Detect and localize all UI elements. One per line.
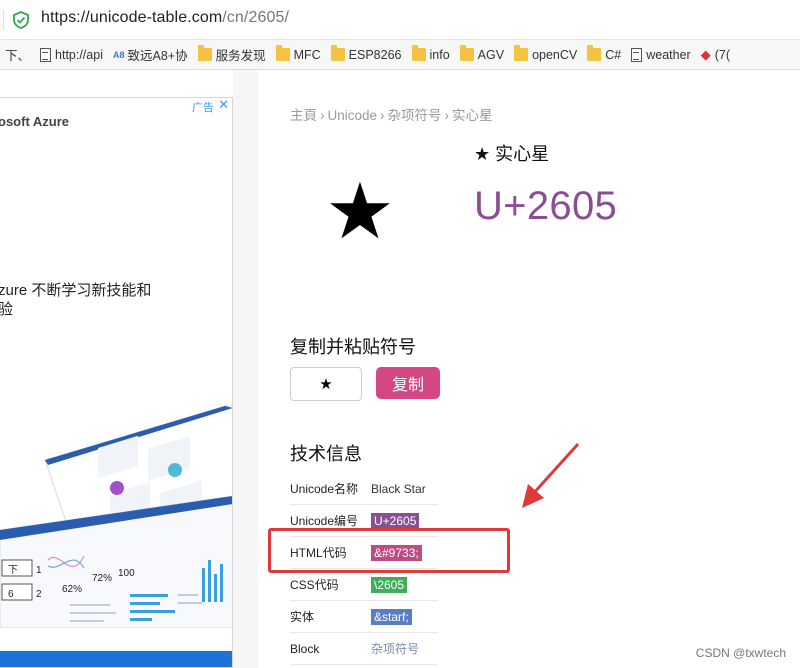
symbol-codepoint: U+2605 bbox=[474, 184, 618, 228]
bookmark-item[interactable]: AGV bbox=[455, 40, 509, 69]
bookmark-label: MFC bbox=[293, 47, 321, 62]
ad-dashboard-illustration: 下 6 1 2 62% 72% 100 bbox=[0, 405, 232, 628]
bookmark-item[interactable]: openCV bbox=[509, 40, 582, 69]
ad-cta-bar[interactable] bbox=[0, 651, 232, 667]
bookmark-label: 服务发现 bbox=[215, 49, 266, 63]
bookmark-item[interactable]: 下、 bbox=[0, 40, 35, 69]
tech-info-key: 实体 bbox=[290, 610, 315, 624]
bookmark-item[interactable]: http://api bbox=[35, 40, 108, 69]
ad-mock-front-panel: 下 6 1 2 62% 72% 100 bbox=[0, 495, 232, 628]
bookmark-label: weather bbox=[646, 47, 691, 62]
ad-brand: osoft Azure bbox=[0, 114, 70, 129]
bookmark-item[interactable]: 服务发现 bbox=[193, 40, 271, 69]
folder-icon bbox=[330, 45, 345, 61]
tech-info-row: CSS代码 \2605 bbox=[290, 569, 438, 601]
bookmark-label: http://api bbox=[55, 47, 103, 62]
page-icon bbox=[40, 47, 52, 62]
bookmark-item[interactable]: ◆ (7( bbox=[696, 40, 735, 69]
tech-info-value-cell: &starf; bbox=[371, 608, 412, 625]
copy-section-title: 复制并粘贴符号 bbox=[290, 337, 416, 357]
breadcrumb-link[interactable]: 杂项符号 bbox=[388, 108, 442, 123]
tech-info-value[interactable]: 杂项符号 bbox=[371, 642, 419, 656]
svg-text:100: 100 bbox=[118, 568, 135, 579]
tech-info-title: 技术信息 bbox=[290, 444, 362, 464]
breadcrumb-link[interactable]: 主頁 bbox=[290, 108, 317, 123]
page-icon bbox=[631, 47, 643, 62]
folder-icon bbox=[275, 45, 290, 61]
breadcrumb: 主頁 › Unicode › 杂项符号 › 实心星 bbox=[290, 104, 493, 124]
copy-button[interactable]: 复制 bbox=[376, 367, 440, 399]
breadcrumb-separator: › bbox=[320, 108, 325, 123]
tech-info-value: Black Star bbox=[371, 481, 426, 496]
tech-info-key: CSS代码 bbox=[290, 578, 339, 592]
url-text[interactable]: https://unicode-table.com/cn/2605/ bbox=[41, 9, 289, 27]
bookmark-item[interactable]: weather bbox=[626, 40, 695, 69]
tech-info-value-cell: \2605 bbox=[371, 576, 408, 593]
ad-close-icon[interactable]: ✕ bbox=[218, 98, 229, 113]
symbol-title: ★ 实心星 bbox=[474, 144, 550, 164]
folder-icon bbox=[514, 45, 529, 61]
page-gutter bbox=[233, 70, 258, 668]
tech-info-key: Unicode名称 bbox=[290, 482, 359, 496]
bookmark-label: openCV bbox=[532, 47, 578, 62]
folder-icon bbox=[587, 45, 602, 61]
bookmark-label: AGV bbox=[477, 47, 505, 62]
breadcrumb-separator: › bbox=[380, 108, 385, 123]
bookmark-item[interactable]: C# bbox=[582, 40, 626, 69]
svg-text:72%: 72% bbox=[92, 573, 112, 584]
bookmark-item[interactable]: info bbox=[407, 40, 455, 69]
svg-text:下: 下 bbox=[8, 565, 18, 576]
bookmarks-bar: 下、 http://api A8 致远A8+协 服务发现 MFC ESP8266 info AG… bbox=[0, 40, 800, 70]
folder-icon bbox=[411, 45, 426, 61]
annotation-arrow-icon bbox=[522, 442, 580, 508]
tech-info-code-tag[interactable]: &starf; bbox=[371, 608, 412, 625]
folder-icon bbox=[459, 45, 474, 61]
svg-text:1: 1 bbox=[36, 565, 42, 576]
tech-info-value-cell: 杂项符号 bbox=[371, 640, 419, 657]
tech-info-value-cell: U+2605 bbox=[371, 512, 420, 529]
bookmark-label: 致远A8+协 bbox=[127, 49, 188, 63]
tech-info-code-tag[interactable]: \2605 bbox=[371, 576, 408, 593]
address-bar[interactable]: https://unicode-table.com/cn/2605/ bbox=[0, 0, 800, 40]
a8-icon: A8 bbox=[112, 49, 125, 60]
svg-text:62%: 62% bbox=[62, 584, 82, 595]
svg-text:2: 2 bbox=[36, 589, 42, 600]
copy-symbol-field[interactable]: ★ bbox=[290, 367, 362, 401]
toolbar-divider bbox=[3, 10, 4, 30]
symbol-preview: ★ bbox=[325, 167, 395, 257]
bookmark-item[interactable]: MFC bbox=[271, 40, 326, 69]
ad-label: 广告 bbox=[192, 102, 214, 114]
breadcrumb-link[interactable]: Unicode bbox=[328, 108, 378, 123]
red-icon: ◆ bbox=[700, 46, 711, 62]
bookmark-label: ESP8266 bbox=[348, 47, 402, 62]
tech-info-row: 实体 &starf; bbox=[290, 601, 438, 633]
bookmark-label: 下、 bbox=[5, 49, 31, 63]
breadcrumb-separator: › bbox=[444, 108, 450, 123]
secure-shield-icon[interactable] bbox=[12, 11, 30, 29]
bookmark-label: info bbox=[429, 47, 450, 62]
folder-icon bbox=[197, 45, 212, 61]
tech-info-row: Unicode名称 Black Star bbox=[290, 473, 438, 505]
tech-info-row: Block 杂项符号 bbox=[290, 633, 438, 665]
bookmark-item[interactable]: ESP8266 bbox=[326, 40, 407, 69]
ad-panel[interactable]: osoft Azure 广告 ✕ zure 不断学习新技能和 验 下 6 1 bbox=[0, 97, 233, 668]
annotation-highlight-box bbox=[268, 528, 510, 573]
bookmark-item[interactable]: A8 致远A8+协 bbox=[108, 40, 193, 69]
tech-info-key: Unicode编号 bbox=[290, 514, 359, 528]
tech-info-code-tag[interactable]: U+2605 bbox=[371, 512, 420, 529]
svg-text:6: 6 bbox=[8, 589, 14, 600]
breadcrumb-link: 实心星 bbox=[452, 108, 493, 123]
tech-info-value-cell: Black Star bbox=[371, 482, 426, 496]
tech-info-key: Block bbox=[290, 641, 320, 656]
bookmark-label: C# bbox=[605, 47, 622, 62]
bookmark-label: (7( bbox=[714, 47, 730, 62]
watermark: CSDN @txwtech bbox=[695, 646, 786, 660]
